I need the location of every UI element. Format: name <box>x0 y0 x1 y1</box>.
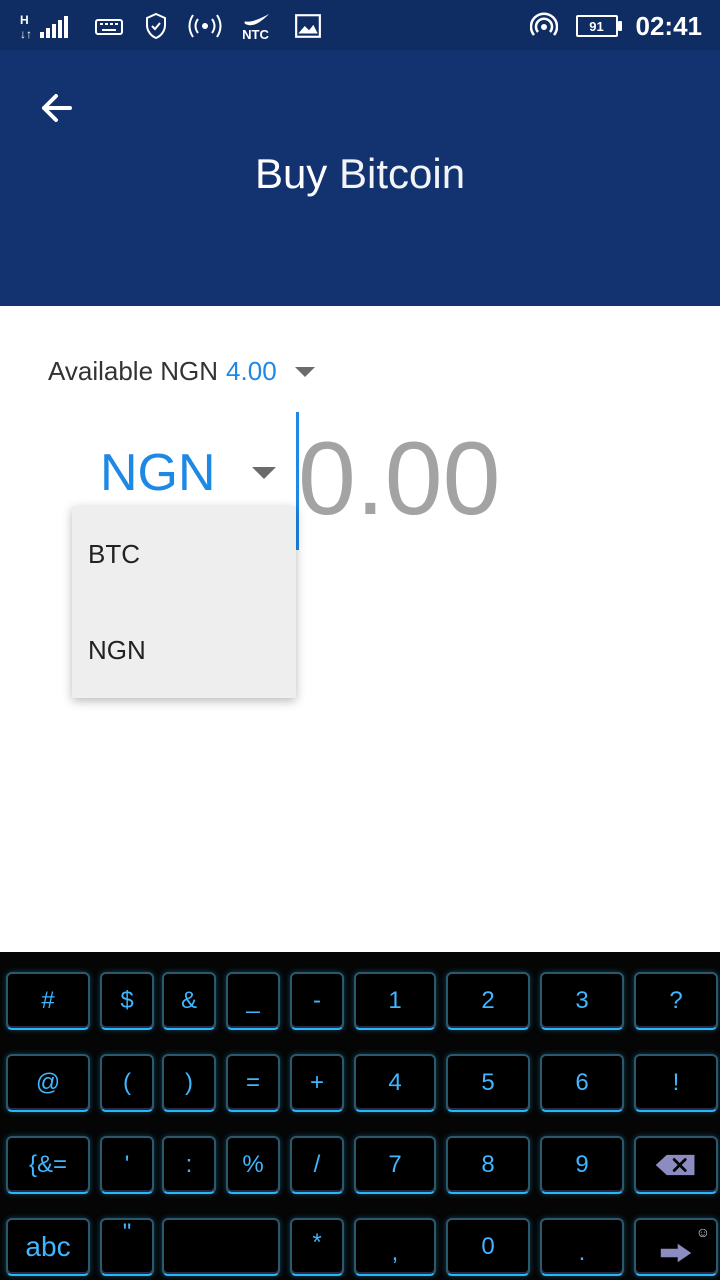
key-question[interactable]: ? <box>634 972 718 1030</box>
wifi-calling-icon <box>529 12 558 40</box>
available-balance-selector[interactable]: Available NGN 4.00 <box>48 356 315 387</box>
status-clock: 02:41 <box>635 10 703 41</box>
key-hash[interactable]: # <box>6 972 90 1030</box>
currency-select[interactable]: NGN <box>100 438 276 508</box>
key-8[interactable]: 8 <box>446 1136 530 1194</box>
status-bar-right: 91 02:41 <box>529 10 703 42</box>
available-label: Available NGN <box>48 356 219 386</box>
key-symbols-toggle[interactable]: {&= <box>6 1136 90 1194</box>
page-title-light: Bitcoin <box>338 150 466 197</box>
svg-text:↓↑: ↓↑ <box>20 27 32 40</box>
image-icon <box>294 12 322 40</box>
back-button[interactable] <box>30 82 82 134</box>
key-0[interactable]: 0 <box>446 1218 530 1276</box>
key-5[interactable]: 5 <box>446 1054 530 1112</box>
keyboard-icon <box>94 12 124 40</box>
key-2[interactable]: 2 <box>446 972 530 1030</box>
app-bar: Buy Bitcoin <box>0 50 720 306</box>
status-bar: H ↓↑ NTC 91 02:41 <box>0 0 720 50</box>
key-apostrophe[interactable]: ' <box>100 1136 154 1194</box>
key-3[interactable]: 3 <box>540 972 624 1030</box>
currency-option-ngn[interactable]: NGN <box>72 602 296 698</box>
battery-indicator: 91 <box>575 15 622 37</box>
hotspot-icon <box>188 12 222 40</box>
key-abc[interactable]: abc <box>6 1218 90 1276</box>
key-minus[interactable]: - <box>290 972 344 1030</box>
key-colon[interactable]: : <box>162 1136 216 1194</box>
emoji-hint-icon: ☺ <box>695 1224 710 1240</box>
caret-down-icon <box>294 366 315 377</box>
key-asterisk[interactable]: * <box>290 1218 344 1276</box>
key-ampersand[interactable]: & <box>162 972 216 1030</box>
status-bar-left: H ↓↑ NTC <box>18 10 322 42</box>
key-paren-open[interactable]: ( <box>100 1054 154 1112</box>
key-dollar[interactable]: $ <box>100 972 154 1030</box>
symbol-keyboard: # $ & _ - 1 2 3 ? @ ( ) = + 4 5 6 ! {&= … <box>0 952 720 1280</box>
key-comma[interactable]: , <box>354 1218 436 1276</box>
caret-down-icon <box>251 467 276 479</box>
arrow-right-icon <box>660 1243 692 1263</box>
key-quote[interactable]: " <box>100 1218 154 1276</box>
key-4[interactable]: 4 <box>354 1054 436 1112</box>
currency-selected: NGN <box>100 444 216 502</box>
key-plus[interactable]: + <box>290 1054 344 1112</box>
space-key[interactable] <box>162 1218 280 1276</box>
key-exclamation[interactable]: ! <box>634 1054 718 1112</box>
key-percent[interactable]: % <box>226 1136 280 1194</box>
page-title-bold: Buy <box>254 150 328 197</box>
signal-icon: H ↓↑ <box>18 12 76 41</box>
svg-text:NTC: NTC <box>242 27 269 40</box>
key-slash[interactable]: / <box>290 1136 344 1194</box>
available-amount: 4.00 <box>226 356 277 386</box>
amount-input[interactable] <box>298 424 698 534</box>
key-at[interactable]: @ <box>6 1054 90 1112</box>
shield-icon <box>142 12 170 40</box>
key-period[interactable]: . <box>540 1218 624 1276</box>
currency-dropdown-menu: BTC NGN <box>72 506 296 698</box>
key-9[interactable]: 9 <box>540 1136 624 1194</box>
nike-ntc-icon: NTC <box>240 12 276 42</box>
enter-key[interactable]: ☺ <box>634 1218 718 1276</box>
key-equals[interactable]: = <box>226 1054 280 1112</box>
backspace-key[interactable] <box>634 1136 718 1194</box>
key-6[interactable]: 6 <box>540 1054 624 1112</box>
svg-text:H: H <box>20 13 29 27</box>
backspace-icon <box>655 1154 695 1176</box>
key-paren-close[interactable]: ) <box>162 1054 216 1112</box>
page-title: Buy Bitcoin <box>0 150 720 198</box>
key-underscore[interactable]: _ <box>226 972 280 1030</box>
arrow-back-icon <box>42 94 72 122</box>
key-1[interactable]: 1 <box>354 972 436 1030</box>
currency-option-btc[interactable]: BTC <box>72 506 296 602</box>
key-7[interactable]: 7 <box>354 1136 436 1194</box>
